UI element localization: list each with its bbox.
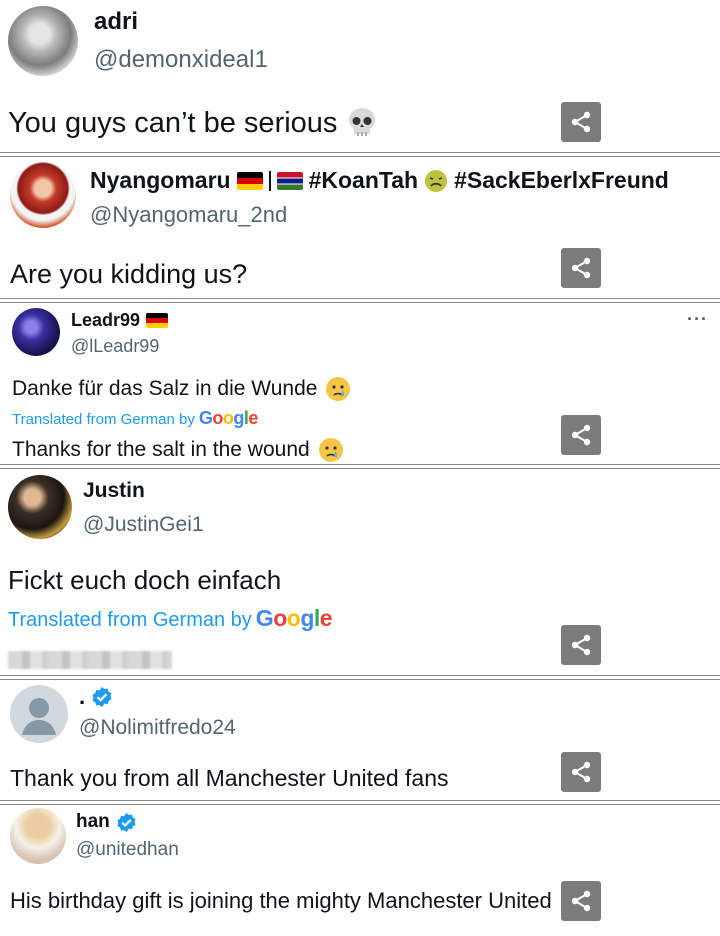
share-button[interactable] <box>561 415 601 455</box>
share-icon <box>571 634 591 656</box>
translation-text-content: Thanks for the salt in the wound <box>12 438 310 461</box>
verified-badge-icon <box>92 687 112 707</box>
share-button[interactable] <box>561 102 601 142</box>
germany-flag-icon <box>236 171 263 190</box>
avatar[interactable] <box>8 6 78 76</box>
display-name-text: . <box>79 684 86 709</box>
display-name-text: adri <box>94 8 139 35</box>
post-text-content: You guys can’t be serious <box>8 106 338 139</box>
share-button[interactable] <box>561 625 601 665</box>
google-logo: Google <box>255 605 333 631</box>
crying-face-icon <box>318 438 343 462</box>
post-card[interactable]: han @unitedhan His birthday gift is join… <box>0 805 720 936</box>
nauseated-face-icon <box>425 169 448 192</box>
hashtag-koantah[interactable]: #KoanTah <box>309 167 418 194</box>
skull-icon <box>349 108 376 136</box>
post-text: His birthday gift is joining the mighty … <box>10 887 588 915</box>
post-card[interactable]: adri @demonxideal1 You guys can’t be ser… <box>0 0 720 152</box>
share-button[interactable] <box>561 248 601 288</box>
user-handle[interactable]: @demonxideal1 <box>94 46 268 74</box>
hashtag-sack[interactable]: #SackEberlxFreund <box>454 167 669 194</box>
post-card[interactable]: . @Nolimitfredo24 Thank you from all Man… <box>0 680 720 800</box>
crying-face-icon <box>326 377 351 401</box>
default-avatar-icon <box>22 698 56 735</box>
post-text: Danke für das Salz in die Wunde <box>12 376 351 402</box>
google-logo: Google <box>198 408 259 428</box>
user-handle[interactable]: @unitedhan <box>76 839 179 861</box>
user-handle[interactable]: @lLeadr99 <box>71 336 159 357</box>
avatar[interactable] <box>8 475 72 539</box>
post-text-content: Danke für das Salz in die Wunde <box>12 377 318 400</box>
germany-flag-icon <box>146 313 169 328</box>
display-name[interactable]: adri <box>94 8 138 36</box>
post-text: Thank you from all Manchester United fan… <box>10 765 449 791</box>
display-name[interactable]: Justin <box>83 479 145 503</box>
screenshot-collage: adri @demonxideal1 You guys can’t be ser… <box>0 0 720 936</box>
display-name-text: Leadr99 <box>71 310 141 330</box>
display-name-text: han <box>76 811 110 832</box>
display-name-text: Nyangomaru <box>90 167 231 193</box>
post-card[interactable]: Justin @JustinGei1 Fickt euch doch einfa… <box>0 469 720 675</box>
verified-badge-icon <box>117 812 136 832</box>
post-card[interactable]: Nyangomaru #KoanTah #SackEberlxFreund @N… <box>0 157 720 298</box>
translated-label[interactable]: Translated from German by Google <box>12 408 258 429</box>
post-card[interactable]: Leadr99 ··· @lLeadr99 Danke für das Salz… <box>0 303 720 464</box>
avatar[interactable] <box>10 162 76 228</box>
user-handle[interactable]: @JustinGei1 <box>83 513 204 537</box>
translated-label[interactable]: Translated from German by Google <box>8 605 333 632</box>
avatar[interactable] <box>10 685 68 743</box>
divider-bar <box>268 170 271 191</box>
share-icon <box>571 424 591 446</box>
avatar[interactable] <box>10 808 66 864</box>
share-icon <box>571 890 591 912</box>
display-name[interactable]: Nyangomaru #KoanTah #SackEberlxFreund <box>90 167 669 194</box>
post-text: Fickt euch doch einfach <box>8 565 282 595</box>
display-name[interactable]: Leadr99 <box>71 310 169 331</box>
translated-label-text: Translated from German by <box>12 411 195 428</box>
share-icon <box>571 257 591 279</box>
post-text: You guys can’t be serious <box>8 106 379 140</box>
avatar[interactable] <box>12 308 60 356</box>
more-options-button[interactable]: ··· <box>687 309 708 330</box>
share-icon <box>571 761 591 783</box>
share-button[interactable] <box>561 752 601 792</box>
post-text: Are you kidding us? <box>10 259 248 289</box>
translated-label-text: Translated from German by <box>8 609 252 631</box>
user-handle[interactable]: @Nolimitfredo24 <box>79 716 236 740</box>
display-name[interactable]: . <box>79 684 113 710</box>
translation-text: Thanks for the salt in the wound <box>12 437 344 463</box>
redacted-translation <box>8 651 172 669</box>
share-icon <box>571 111 591 133</box>
display-name[interactable]: han <box>76 811 137 833</box>
gambia-flag-icon <box>276 171 303 190</box>
share-button[interactable] <box>561 881 601 921</box>
display-name-text: Justin <box>83 479 145 502</box>
user-handle[interactable]: @Nyangomaru_2nd <box>90 202 287 228</box>
post-text-content: His birthday gift is joining the mighty … <box>10 888 552 913</box>
